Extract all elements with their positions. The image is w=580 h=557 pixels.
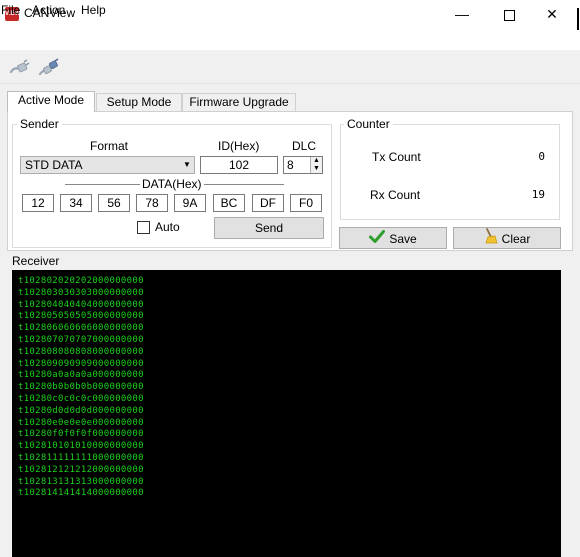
tx-count-label: Tx Count (372, 150, 421, 164)
log-line: t102803030303000000000 (18, 287, 144, 298)
save-button[interactable]: Save (339, 227, 447, 249)
log-line: t102802020202000000000 (18, 276, 144, 286)
format-label: Format (90, 139, 129, 153)
chevron-down-icon: ▼ (183, 160, 191, 169)
counter-group (340, 124, 560, 220)
rx-count-label: Rx Count (370, 188, 421, 202)
log-line: t102807070707000000000 (18, 334, 144, 345)
log-line: t10280c0c0c0c000000000 (18, 393, 144, 404)
log-line: t10280d0d0d0d000000000 (18, 405, 144, 416)
rx-count-value: 19 (531, 188, 545, 201)
id-input[interactable]: 102 (200, 156, 278, 174)
data-byte-input[interactable]: F0 (290, 194, 322, 212)
log-line: t102805050505000000000 (18, 311, 144, 322)
maximize-button[interactable] (489, 0, 529, 30)
tab-setup-mode[interactable]: Setup Mode (96, 93, 182, 111)
divider (204, 184, 284, 185)
menu-help[interactable]: Help (81, 3, 106, 17)
broom-icon (484, 228, 498, 250)
checkmark-icon (369, 229, 386, 249)
clear-label: Clear (501, 232, 531, 246)
log-line: t102814141414000000000 (18, 488, 144, 499)
counter-title: Counter (344, 117, 393, 131)
menu-action[interactable]: Action (32, 3, 65, 17)
data-byte-input[interactable]: BC (213, 194, 245, 212)
log-line: t102806060606000000000 (18, 323, 144, 334)
minimize-button[interactable]: — (442, 0, 482, 30)
save-label: Save (389, 231, 417, 246)
tx-count-value: 0 (538, 150, 545, 163)
data-byte-input[interactable]: 12 (22, 194, 54, 212)
dlc-label: DLC (292, 139, 317, 153)
data-byte-input[interactable]: 78 (136, 194, 168, 212)
tab-active-mode[interactable]: Active Mode (7, 91, 95, 112)
close-button[interactable]: ✕ (532, 0, 572, 30)
plug-disconnect-icon[interactable] (38, 57, 60, 79)
receiver-log[interactable]: t102802020202000000000 t1028030303030000… (12, 270, 561, 557)
log-line: t10280b0b0b0b000000000 (18, 382, 144, 393)
data-byte-input[interactable]: DF (252, 194, 284, 212)
divider (65, 184, 140, 185)
auto-label: Auto (155, 220, 180, 234)
log-line: t102810101010000000000 (18, 441, 144, 452)
receiver-label: Receiver (12, 254, 60, 268)
send-button[interactable]: Send (214, 217, 324, 239)
id-label: ID(Hex) (218, 139, 260, 153)
tab-firmware-upgrade[interactable]: Firmware Upgrade (182, 93, 296, 111)
data-byte-input[interactable]: 56 (98, 194, 130, 212)
menu-file[interactable]: File (1, 3, 20, 17)
log-line: t102804040404000000000 (18, 299, 144, 310)
menu-bar (0, 30, 580, 50)
data-byte-input[interactable]: 34 (60, 194, 92, 212)
sender-title: Sender (17, 117, 62, 131)
spin-arrows-icon[interactable]: ▲ ▼ (310, 157, 322, 173)
clear-button[interactable]: Clear (453, 227, 561, 249)
log-line: t10280f0f0f0f000000000 (18, 429, 144, 440)
log-line: t102812121212000000000 (18, 464, 144, 475)
plug-connect-icon[interactable] (8, 57, 30, 79)
window-edge (577, 8, 579, 30)
toolbar (0, 50, 580, 84)
maximize-icon (503, 9, 515, 21)
auto-checkbox[interactable] (137, 221, 150, 234)
log-line: t10280a0a0a0a000000000 (18, 370, 144, 381)
data-byte-input[interactable]: 9A (174, 194, 206, 212)
log-line: t102808080808000000000 (18, 346, 144, 357)
data-label: DATA(Hex) (142, 177, 202, 191)
log-line: t102811111111000000000 (18, 452, 144, 463)
log-line: t10280e0e0e0e000000000 (18, 417, 144, 428)
format-select[interactable]: STD DATA (20, 156, 195, 174)
log-line: t102809090909000000000 (18, 358, 144, 369)
log-line: t102813131313000000000 (18, 476, 144, 487)
